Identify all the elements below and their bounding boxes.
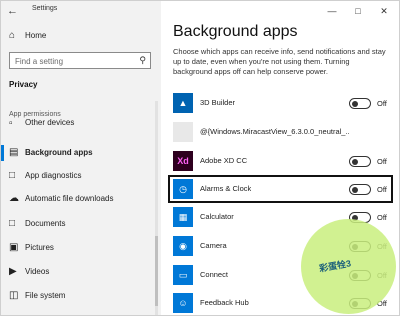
sidebar-item-documents[interactable]: □ Documents	[1, 213, 161, 235]
minimize-icon[interactable]: —	[321, 3, 343, 19]
toggle-knob	[352, 158, 358, 165]
maximize-icon[interactable]: □	[347, 3, 369, 19]
cloud-icon: ☁	[9, 193, 19, 204]
active-indicator	[1, 145, 4, 161]
sidebar-item-automatic-file-downloads[interactable]: ☁ Automatic file downloads	[1, 188, 161, 210]
diagnostics-icon: □	[9, 170, 16, 181]
background-toggle[interactable]	[349, 156, 371, 167]
scrollbar-thumb[interactable]	[155, 236, 158, 306]
app-row-miracast: @{Windows.MiracastView_6.3.0.0_neutral_.…	[173, 120, 395, 144]
camera-icon: ◉	[173, 236, 193, 256]
search-input[interactable]: Find a setting ⚲	[9, 52, 151, 69]
sidebar-item-videos[interactable]: ▶ Videos	[1, 261, 161, 283]
sidebar-item-app-diagnostics[interactable]: □ App diagnostics	[1, 165, 161, 187]
document-icon: □	[9, 218, 16, 229]
section-title: Privacy	[9, 80, 38, 89]
settings-window: ← Settings ⌂ Home Find a setting ⚲ Priva…	[0, 0, 400, 316]
background-toggle[interactable]	[349, 184, 371, 195]
devices-icon: ▫	[9, 118, 13, 129]
picture-icon: ▣	[9, 242, 19, 253]
sidebar-scrollbar[interactable]	[155, 101, 158, 315]
app-row-alarms-clock: ◷ Alarms & Clock Off	[173, 177, 395, 201]
close-icon[interactable]: ✕	[373, 3, 395, 19]
sidebar-item-file-system[interactable]: ◫ File system	[1, 285, 161, 307]
background-apps-icon: ▤	[9, 147, 19, 158]
connect-icon: ▭	[173, 265, 193, 285]
search-icon[interactable]: ⚲	[139, 55, 146, 66]
home-icon: ⌂	[9, 30, 16, 41]
page-description: Choose which apps can receive info, send…	[173, 47, 386, 76]
blank-app-icon	[173, 122, 193, 142]
calculator-icon: ▦	[173, 207, 193, 227]
app-row-adobe-xd: Xd Adobe XD CC Off	[173, 149, 395, 173]
toggle-knob	[352, 100, 358, 107]
file-system-icon: ◫	[9, 290, 19, 301]
toggle-knob	[352, 186, 358, 193]
adobe-xd-icon: Xd	[173, 151, 193, 171]
sidebar-item-background-apps[interactable]: ▤ Background apps	[1, 142, 161, 164]
clock-icon: ◷	[173, 179, 193, 199]
sidebar-item-other-devices[interactable]: ▫ Other devices	[1, 118, 161, 130]
video-icon: ▶	[9, 266, 17, 277]
3d-builder-icon: ▲	[173, 93, 193, 113]
back-arrow-icon[interactable]: ←	[7, 5, 19, 17]
page-title: Background apps	[173, 23, 298, 40]
sidebar-item-pictures[interactable]: ▣ Pictures	[1, 237, 161, 259]
window-title: Settings	[32, 5, 58, 12]
app-row-3d-builder: ▲ 3D Builder Off	[173, 91, 395, 115]
group-label: App permissions	[9, 111, 61, 118]
background-toggle[interactable]	[349, 98, 371, 109]
sidebar-item-home[interactable]: ⌂ Home	[1, 25, 161, 47]
sidebar: ← Settings ⌂ Home Find a setting ⚲ Priva…	[1, 1, 161, 315]
feedback-icon: ☺	[173, 293, 193, 313]
